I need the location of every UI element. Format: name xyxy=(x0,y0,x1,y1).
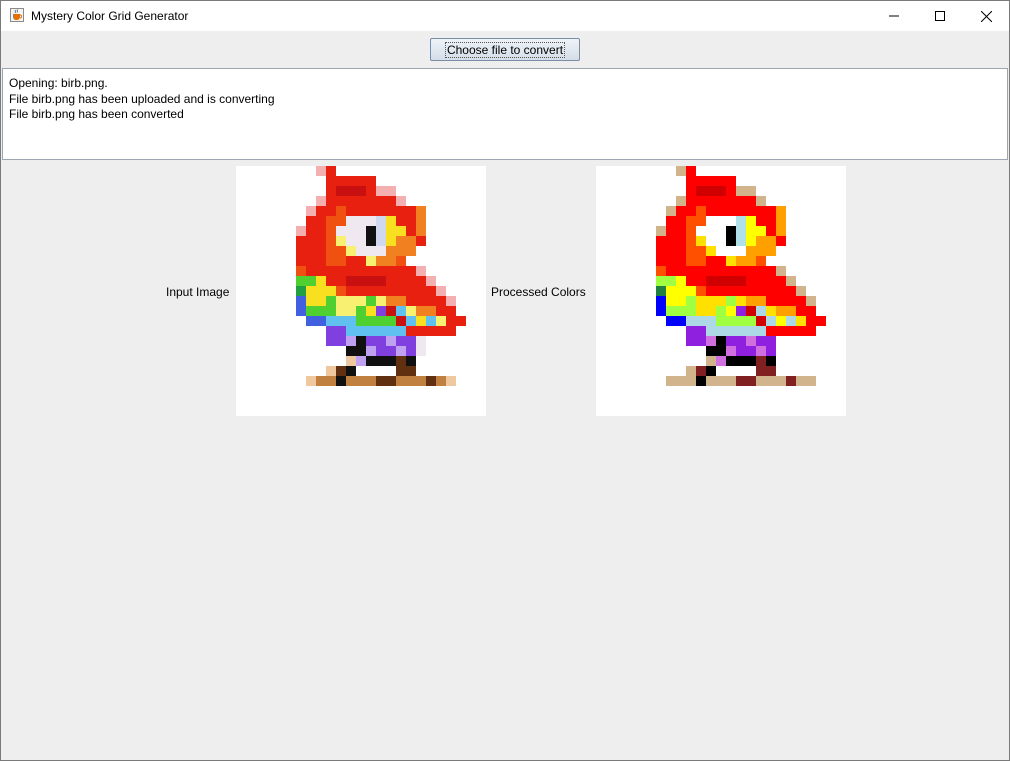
input-image xyxy=(236,166,486,416)
status-log[interactable]: Opening: birb.png. File birb.png has bee… xyxy=(2,68,1008,160)
log-line: File birb.png has been uploaded and is c… xyxy=(9,91,275,106)
minimize-button[interactable] xyxy=(871,1,917,31)
title-bar[interactable]: Mystery Color Grid Generator xyxy=(1,1,1009,31)
maximize-button[interactable] xyxy=(917,1,963,31)
minimize-icon xyxy=(889,15,899,17)
java-cup-icon xyxy=(10,8,24,22)
close-icon xyxy=(980,10,992,22)
log-line: Opening: birb.png. xyxy=(9,76,108,90)
processed-colors-image xyxy=(596,166,846,416)
choose-file-button[interactable]: Choose file to convert xyxy=(430,38,580,61)
choose-file-label: Choose file to convert xyxy=(444,41,566,58)
input-image-label: Input Image xyxy=(166,285,230,299)
maximize-icon xyxy=(935,11,945,21)
window-title: Mystery Color Grid Generator xyxy=(31,9,189,23)
log-line: File birb.png has been converted xyxy=(9,107,184,121)
app-window: Mystery Color Grid Generator Choose file… xyxy=(0,0,1010,761)
processed-colors-label: Processed Colors xyxy=(491,285,586,299)
close-button[interactable] xyxy=(963,1,1009,31)
